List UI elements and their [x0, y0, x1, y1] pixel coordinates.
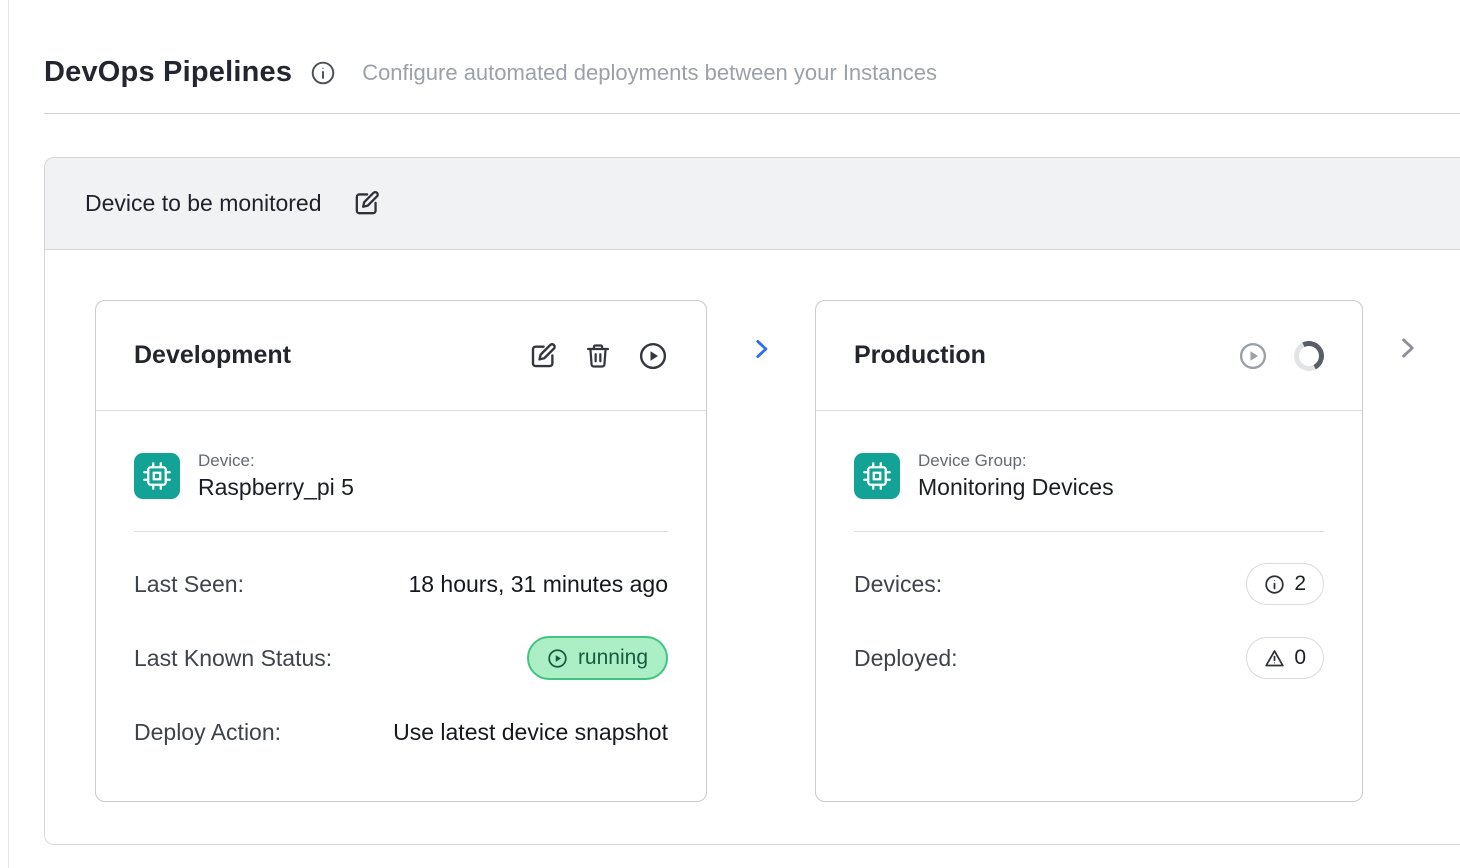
deployed-label: Deployed:	[854, 645, 958, 672]
edit-development-button[interactable]	[528, 341, 558, 371]
last-known-status-row: Last Known Status: running	[134, 636, 668, 680]
header-divider	[44, 113, 1460, 114]
device-name: Raspberry_pi 5	[198, 474, 354, 501]
production-card-actions	[1238, 341, 1324, 371]
devices-row: Devices: 2	[854, 562, 1324, 606]
development-card-title: Development	[134, 341, 528, 370]
device-group-info: Device Group: Monitoring Devices	[854, 451, 1324, 501]
deployed-count: 0	[1294, 646, 1306, 670]
trash-icon	[584, 342, 612, 370]
devices-label: Devices:	[854, 571, 942, 598]
scroll-right-button[interactable]	[1393, 334, 1421, 362]
run-production-button[interactable]	[1238, 341, 1268, 371]
device-text: Device: Raspberry_pi 5	[198, 451, 354, 501]
device-group-text: Device Group: Monitoring Devices	[918, 451, 1114, 501]
panel-body: Development	[45, 250, 1460, 802]
production-card-body: Device Group: Monitoring Devices Devices…	[816, 411, 1362, 680]
last-seen-label: Last Seen:	[134, 571, 244, 598]
cpu-chip-icon	[854, 453, 900, 499]
page-title: DevOps Pipelines	[44, 56, 292, 89]
device-group-label: Device Group:	[918, 451, 1114, 471]
run-development-button[interactable]	[638, 341, 668, 371]
card-divider	[134, 531, 668, 532]
deploy-action-value: Use latest device snapshot	[393, 719, 668, 746]
edit-icon	[352, 189, 381, 218]
info-icon	[1264, 574, 1285, 595]
development-card: Development	[95, 300, 707, 802]
play-circle-icon	[1238, 341, 1268, 371]
device-label: Device:	[198, 451, 354, 471]
production-card: Production	[815, 300, 1363, 802]
production-card-title: Production	[854, 341, 1238, 370]
last-seen-value: 18 hours, 31 minutes ago	[408, 571, 668, 598]
page-header: DevOps Pipelines Configure automated dep…	[0, 0, 1460, 89]
page-subtitle: Configure automated deployments between …	[362, 60, 937, 86]
pipeline-panel: Device to be monitored Development	[44, 157, 1460, 845]
cpu-chip-icon	[134, 453, 180, 499]
edit-panel-button[interactable]	[352, 189, 381, 218]
panel-header: Device to be monitored	[45, 158, 1460, 250]
last-known-status-label: Last Known Status:	[134, 645, 332, 672]
spinner-icon	[1290, 337, 1328, 375]
development-card-actions	[528, 341, 668, 371]
devices-count: 2	[1294, 572, 1306, 596]
development-card-header: Development	[96, 301, 706, 411]
deployed-count-badge[interactable]: 0	[1246, 637, 1324, 679]
development-card-body: Device: Raspberry_pi 5 Last Seen: 18 hou…	[96, 411, 706, 754]
deploy-action-row: Deploy Action: Use latest device snapsho…	[134, 710, 668, 754]
running-status-badge: running	[527, 636, 668, 680]
production-card-header: Production	[816, 301, 1362, 411]
device-info: Device: Raspberry_pi 5	[134, 451, 668, 501]
info-icon[interactable]	[310, 60, 336, 86]
card-divider	[854, 531, 1324, 532]
warning-icon	[1264, 648, 1285, 669]
delete-development-button[interactable]	[584, 342, 612, 370]
device-group-name: Monitoring Devices	[918, 474, 1114, 501]
chevron-right-icon	[1393, 334, 1421, 362]
panel-title: Device to be monitored	[85, 190, 322, 217]
edit-icon	[528, 341, 558, 371]
deploy-action-label: Deploy Action:	[134, 719, 281, 746]
chevron-right-icon	[748, 336, 774, 362]
left-divider	[8, 0, 9, 868]
deployed-row: Deployed: 0	[854, 636, 1324, 680]
play-circle-icon	[638, 341, 668, 371]
play-circle-icon	[547, 648, 568, 669]
pipeline-connector	[707, 300, 815, 362]
last-seen-row: Last Seen: 18 hours, 31 minutes ago	[134, 562, 668, 606]
devices-count-badge[interactable]: 2	[1246, 563, 1324, 605]
running-status-text: running	[578, 646, 648, 670]
devops-pipelines-page: DevOps Pipelines Configure automated dep…	[0, 0, 1460, 868]
